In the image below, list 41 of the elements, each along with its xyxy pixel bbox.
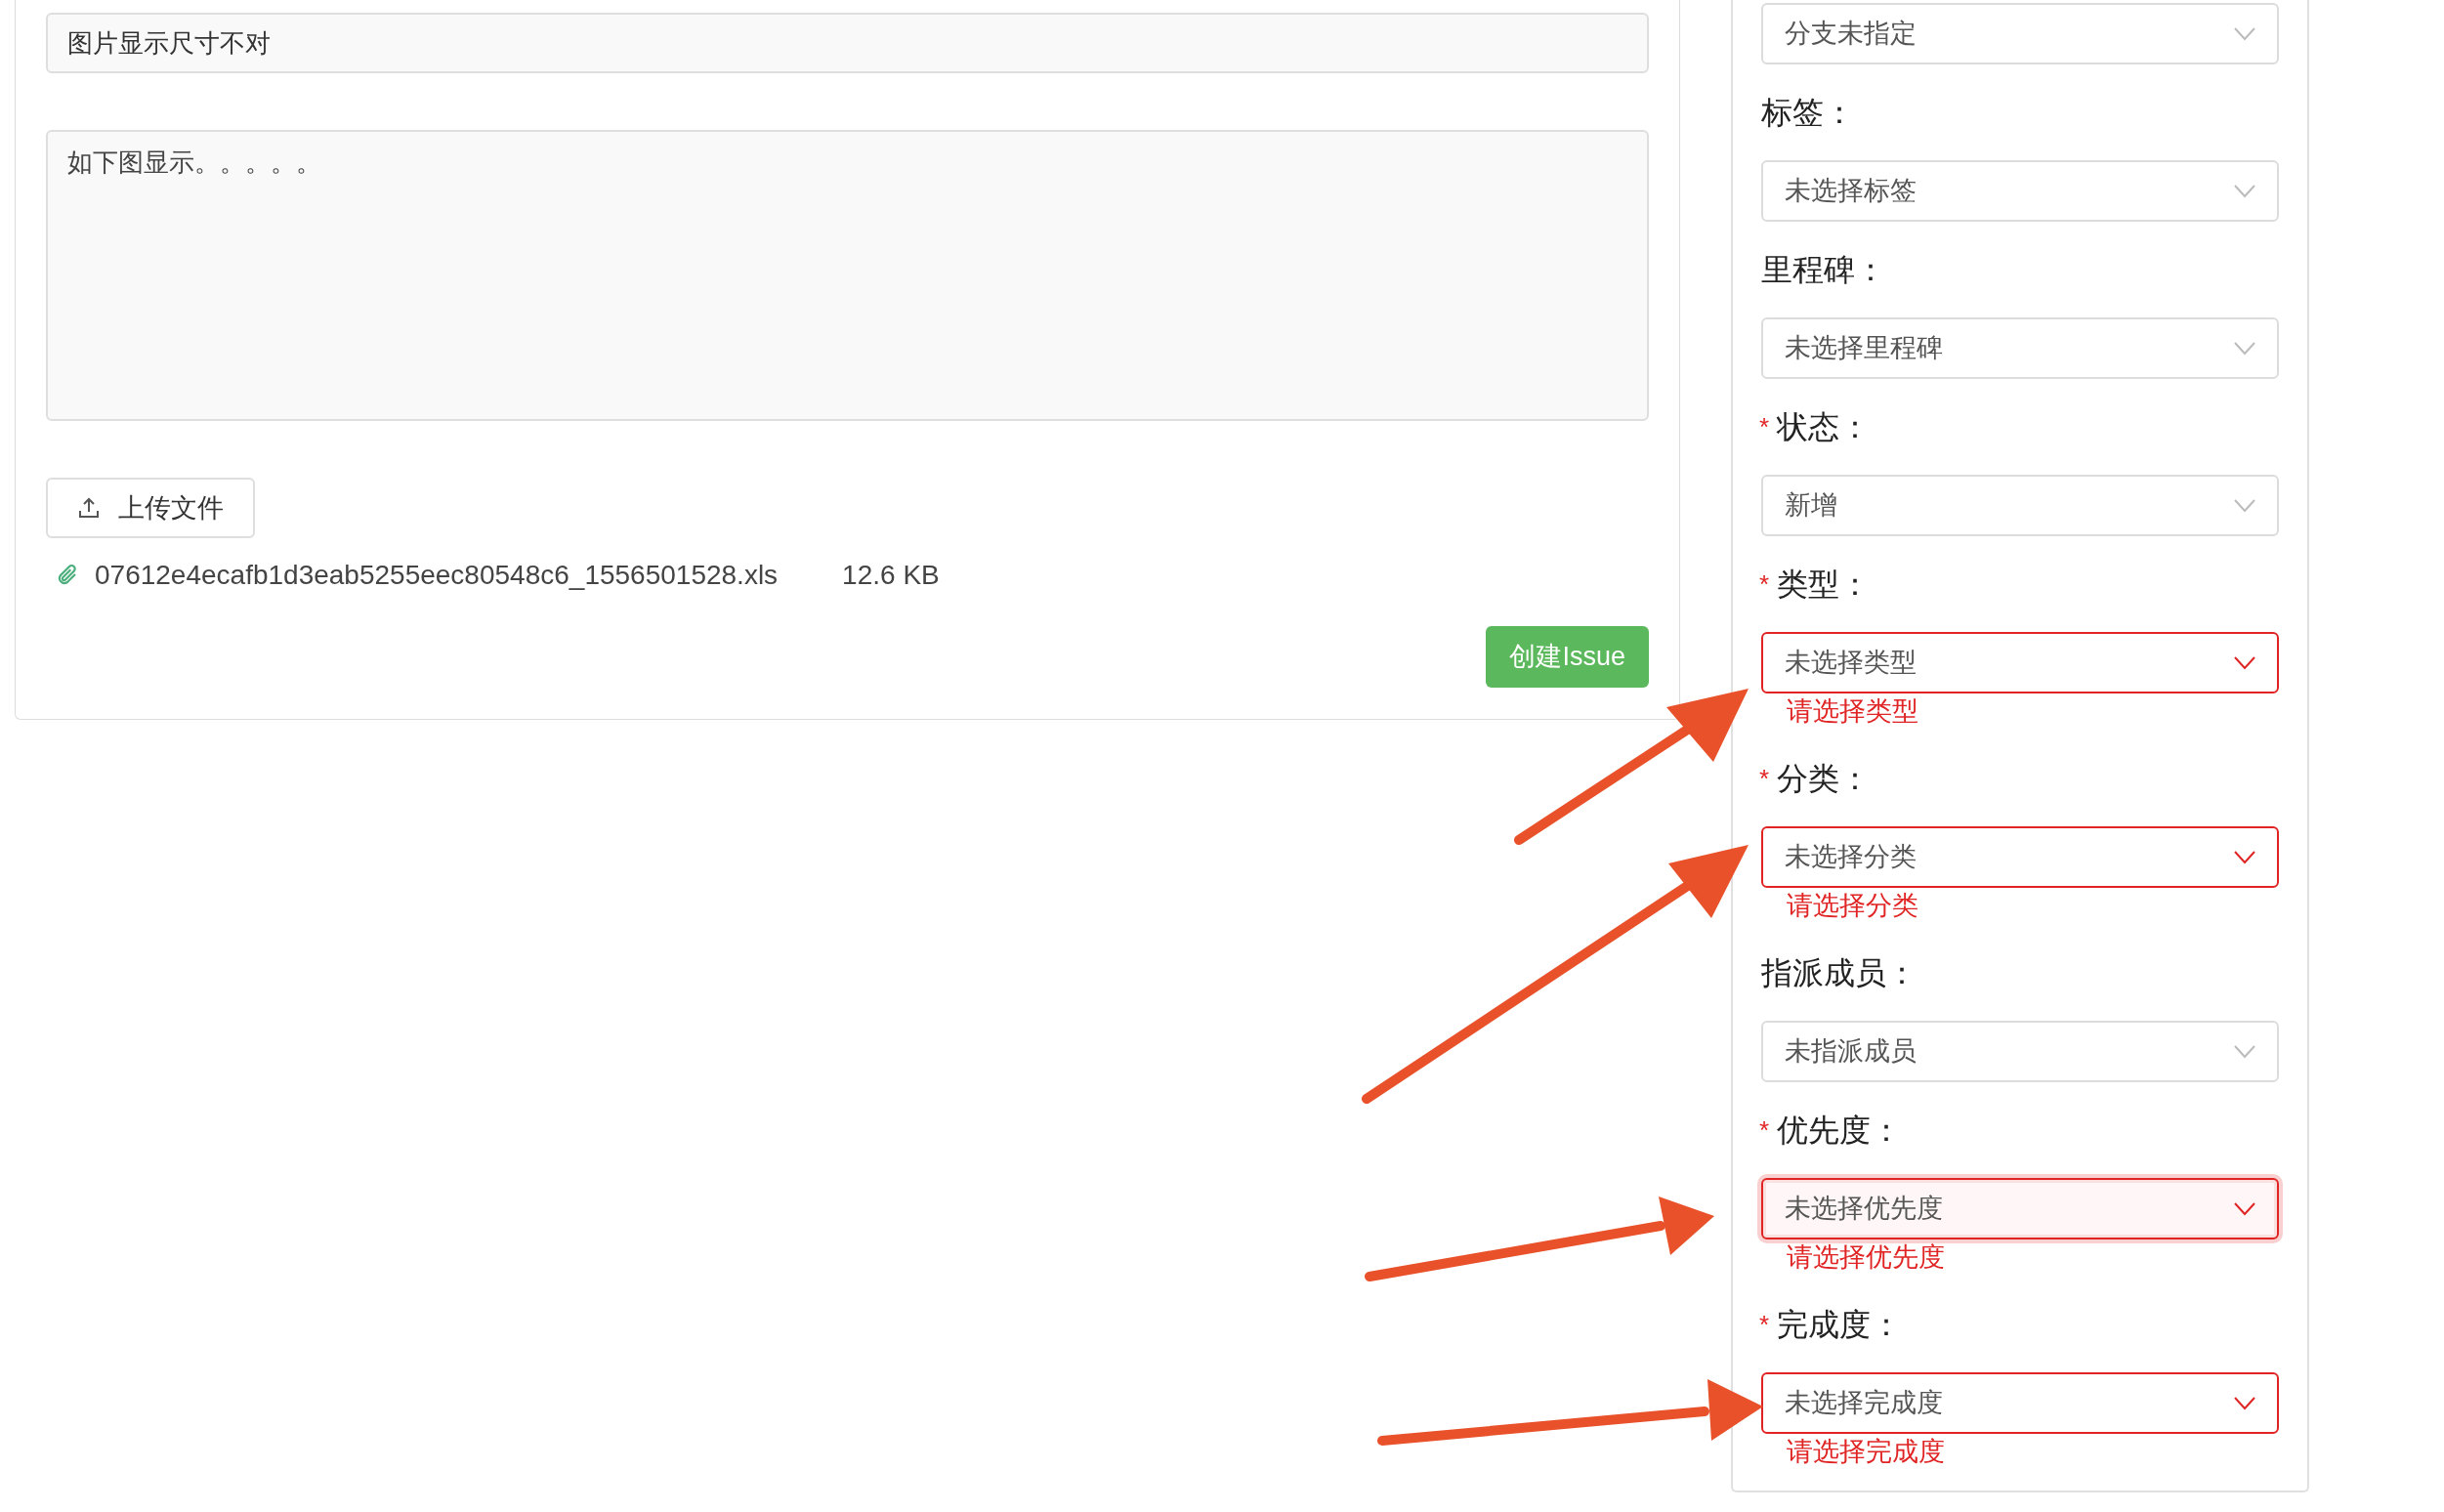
chevron-down-icon [2234, 1201, 2255, 1216]
field-label: 完成度： [1777, 1306, 1903, 1344]
required-asterisk: * [1759, 1113, 1770, 1147]
chevron-down-icon [2234, 1396, 2255, 1410]
error-message: 请选择完成度 [1787, 1435, 1945, 1468]
select-dropdown[interactable]: 分支未指定 [1761, 3, 2279, 64]
field-label: 标签： [1761, 94, 1855, 132]
chevron-down-icon [2234, 26, 2255, 41]
select-dropdown[interactable]: 未选择里程碑 [1761, 317, 2279, 379]
chevron-down-icon [2234, 498, 2255, 513]
select-dropdown[interactable]: 未选择完成度 [1761, 1372, 2279, 1434]
required-asterisk: * [1759, 410, 1770, 443]
field-label: 状态： [1777, 408, 1872, 446]
error-message: 请选择分类 [1787, 889, 1918, 922]
field-label: 类型： [1777, 566, 1872, 604]
required-asterisk: * [1759, 762, 1770, 795]
field-label: 里程碑： [1761, 251, 1886, 289]
field-label: 优先度： [1777, 1112, 1903, 1150]
select-dropdown[interactable]: 未选择分类 [1761, 826, 2279, 888]
chevron-down-icon [2234, 1044, 2255, 1059]
chevron-down-icon [2234, 655, 2255, 670]
chevron-down-icon [2234, 184, 2255, 198]
description-field[interactable]: 如下图显示。。。。。 [46, 130, 1649, 421]
upload-icon [77, 496, 101, 520]
paperclip-icon [56, 564, 79, 587]
chevron-down-icon [2234, 341, 2255, 356]
select-dropdown[interactable]: 未指派成员 [1761, 1021, 2279, 1082]
attachment-link[interactable]: 07612e4ecafb1d3eab5255eec80548c6_1556501528.xls [95, 555, 779, 596]
select-dropdown[interactable]: 新增 [1761, 475, 2279, 536]
field-label: 分类： [1777, 760, 1872, 798]
field-label: 指派成员： [1761, 954, 1917, 992]
upload-button[interactable]: 上传文件 [46, 478, 255, 538]
required-asterisk: * [1759, 1308, 1770, 1341]
error-message: 请选择类型 [1787, 694, 1918, 728]
chevron-down-icon [2234, 850, 2255, 864]
title-field[interactable]: 图片显示尺寸不对 [46, 13, 1649, 73]
select-dropdown[interactable]: 未选择类型 [1761, 632, 2279, 693]
file-size: 12.6 KB [842, 559, 940, 592]
select-dropdown[interactable]: 未选择标签 [1761, 160, 2279, 222]
error-message: 请选择优先度 [1787, 1240, 1945, 1274]
required-asterisk: * [1759, 567, 1770, 601]
